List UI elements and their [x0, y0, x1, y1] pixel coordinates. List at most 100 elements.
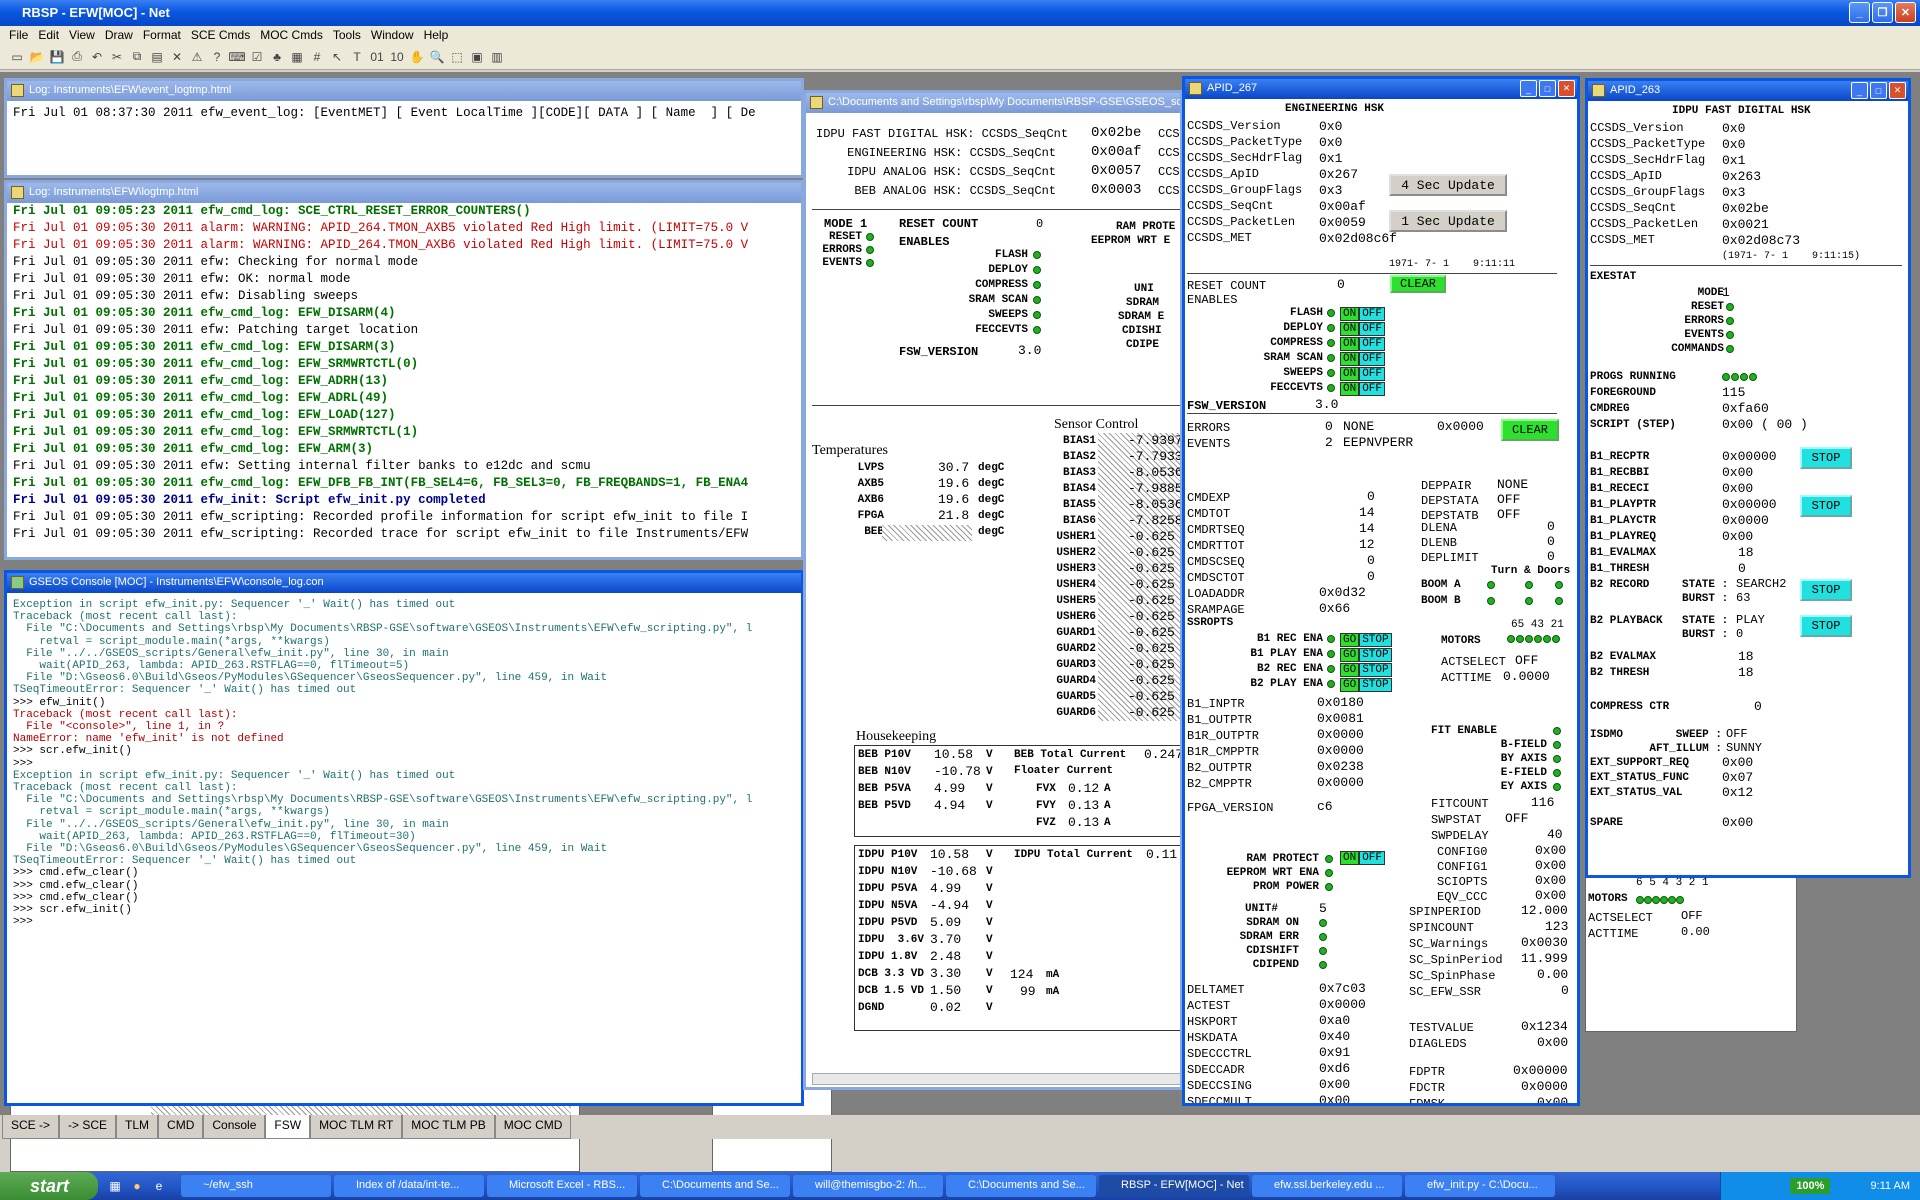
- event-log-window[interactable]: Log: Instruments\EFW\event_logtmp.html F…: [4, 78, 804, 178]
- open-icon[interactable]: 📂: [28, 48, 46, 66]
- maximize-button[interactable]: □: [1539, 80, 1556, 97]
- go-stop-toggle[interactable]: GO STOP: [1340, 648, 1392, 662]
- tab-moc-tlm-rt[interactable]: MOC TLM RT: [310, 1115, 403, 1139]
- hand-icon[interactable]: ✋: [408, 48, 426, 66]
- b1-play-stop-button[interactable]: STOP: [1800, 495, 1852, 517]
- menu-window[interactable]: Window: [366, 26, 419, 44]
- off-button[interactable]: OFF: [1359, 851, 1386, 865]
- on-off-toggle[interactable]: ON OFF: [1340, 367, 1386, 381]
- scrollbar[interactable]: [812, 1073, 1180, 1085]
- tree-icon[interactable]: ♣: [268, 48, 286, 66]
- undo-icon[interactable]: ↶: [88, 48, 106, 66]
- ie-icon[interactable]: e: [150, 1177, 168, 1195]
- close-button[interactable]: ✕: [1558, 80, 1575, 97]
- console-output[interactable]: Exception in script efw_init.py: Sequenc…: [7, 593, 801, 928]
- stop-button[interactable]: STOP: [1359, 678, 1392, 692]
- check-icon[interactable]: ☑: [248, 48, 266, 66]
- on-off-toggle[interactable]: ON OFF: [1340, 352, 1386, 366]
- go-stop-toggle[interactable]: GO STOP: [1340, 633, 1392, 647]
- b2-record-stop-button[interactable]: STOP: [1800, 579, 1852, 601]
- tab-console[interactable]: Console: [203, 1115, 266, 1139]
- print-icon[interactable]: ⎙: [68, 48, 86, 66]
- select-icon[interactable]: ⬚: [448, 48, 466, 66]
- chart-icon[interactable]: ▦: [288, 48, 306, 66]
- tab--sce[interactable]: -> SCE: [59, 1115, 117, 1139]
- menu-tools[interactable]: Tools: [328, 26, 366, 44]
- binary-icon[interactable]: 01: [368, 48, 386, 66]
- minimize-button[interactable]: _: [1851, 82, 1868, 99]
- apid267-window[interactable]: APID_267 _ □ ✕ ENGINEERING HSK CCSDS_Versio…: [1182, 76, 1580, 1106]
- taskbar-item[interactable]: ~/efw_ssh: [181, 1175, 331, 1197]
- cut-icon[interactable]: ✂: [108, 48, 126, 66]
- maximize-button[interactable]: □: [1870, 82, 1887, 99]
- on-button[interactable]: ON: [1340, 322, 1360, 336]
- on-button[interactable]: ON: [1340, 367, 1360, 381]
- close-button[interactable]: ✕: [1889, 82, 1906, 99]
- sensor-display-window[interactable]: C:\Documents and Settings\rbsp\My Docume…: [803, 90, 1183, 1090]
- off-button[interactable]: OFF: [1359, 382, 1386, 396]
- text-icon[interactable]: T: [348, 48, 366, 66]
- go-button[interactable]: GO: [1340, 678, 1360, 692]
- firefox-icon[interactable]: ●: [128, 1177, 146, 1195]
- taskbar-item[interactable]: C:\Documents and Se...: [946, 1175, 1096, 1197]
- stop-button[interactable]: STOP: [1359, 633, 1392, 647]
- off-button[interactable]: OFF: [1359, 307, 1386, 321]
- taskbar-item[interactable]: efw.ssl.berkeley.edu ...: [1252, 1175, 1402, 1197]
- menu-draw[interactable]: Draw: [100, 26, 138, 44]
- taskbar-item[interactable]: efw_init.py - C:\Docu...: [1405, 1175, 1555, 1197]
- menu-sce-cmds[interactable]: SCE Cmds: [186, 26, 255, 44]
- off-button[interactable]: OFF: [1359, 322, 1386, 336]
- ram-protect-toggle[interactable]: ON OFF: [1340, 851, 1386, 865]
- close-button[interactable]: ✕: [1895, 2, 1916, 23]
- new-icon[interactable]: ▭: [8, 48, 26, 66]
- keyboard-icon[interactable]: ⌨: [228, 48, 246, 66]
- binary2-icon[interactable]: 10: [388, 48, 406, 66]
- tab-moc-cmd[interactable]: MOC CMD: [494, 1115, 572, 1139]
- tab-sce-[interactable]: SCE ->: [2, 1115, 60, 1139]
- log-window[interactable]: Log: Instruments\EFW\logtmp.html Fri Jul…: [4, 180, 804, 560]
- on-off-toggle[interactable]: ON OFF: [1340, 307, 1386, 321]
- on-button[interactable]: ON: [1340, 382, 1360, 396]
- alert-icon[interactable]: ⚠: [188, 48, 206, 66]
- go-button[interactable]: GO: [1340, 633, 1360, 647]
- menu-view[interactable]: View: [64, 26, 100, 44]
- tab-moc-tlm-pb[interactable]: MOC TLM PB: [402, 1115, 495, 1139]
- go-button[interactable]: GO: [1340, 663, 1360, 677]
- go-button[interactable]: GO: [1340, 648, 1360, 662]
- minimize-button[interactable]: _: [1520, 80, 1537, 97]
- menu-help[interactable]: Help: [419, 26, 454, 44]
- tile-icon[interactable]: ▣: [468, 48, 486, 66]
- on-off-toggle[interactable]: ON OFF: [1340, 322, 1386, 336]
- save-icon[interactable]: 💾: [48, 48, 66, 66]
- on-off-toggle[interactable]: ON OFF: [1340, 337, 1386, 351]
- on-off-toggle[interactable]: ON OFF: [1340, 382, 1386, 396]
- taskbar-item[interactable]: Microsoft Excel - RBS...: [487, 1175, 637, 1197]
- apid263-window[interactable]: APID_263 _ □ ✕ IDPU FAST DIGITAL HSK CCSDS_…: [1585, 78, 1911, 878]
- off-button[interactable]: OFF: [1359, 367, 1386, 381]
- start-button[interactable]: start: [0, 1172, 98, 1200]
- on-button[interactable]: ON: [1340, 352, 1360, 366]
- help-icon[interactable]: ?: [208, 48, 226, 66]
- restore-button[interactable]: ❐: [1872, 2, 1893, 23]
- on-button[interactable]: ON: [1340, 851, 1360, 865]
- stop-button[interactable]: STOP: [1359, 663, 1392, 677]
- b2-play-stop-button[interactable]: STOP: [1800, 615, 1852, 637]
- off-button[interactable]: OFF: [1359, 337, 1386, 351]
- off-button[interactable]: OFF: [1359, 352, 1386, 366]
- go-stop-toggle[interactable]: GO STOP: [1340, 663, 1392, 677]
- menu-moc-cmds[interactable]: MOC Cmds: [255, 26, 328, 44]
- pointer-icon[interactable]: ↖: [328, 48, 346, 66]
- minimize-button[interactable]: _: [1849, 2, 1870, 23]
- menu-format[interactable]: Format: [138, 26, 186, 44]
- cascade-icon[interactable]: ▥: [488, 48, 506, 66]
- on-button[interactable]: ON: [1340, 307, 1360, 321]
- tab-cmd[interactable]: CMD: [158, 1115, 204, 1139]
- taskbar-item[interactable]: Index of /data/int-te...: [334, 1175, 484, 1197]
- taskbar-item[interactable]: RBSP - EFW[MOC] - Net: [1099, 1175, 1249, 1197]
- copy-icon[interactable]: ⧉: [128, 48, 146, 66]
- go-stop-toggle[interactable]: GO STOP: [1340, 678, 1392, 692]
- one-sec-update-button[interactable]: 1 Sec Update: [1389, 210, 1507, 232]
- console-window[interactable]: GSEOS Console [MOC] - Instruments\EFW\co…: [4, 570, 804, 1106]
- tab-tlm[interactable]: TLM: [116, 1115, 159, 1139]
- menu-edit[interactable]: Edit: [33, 26, 64, 44]
